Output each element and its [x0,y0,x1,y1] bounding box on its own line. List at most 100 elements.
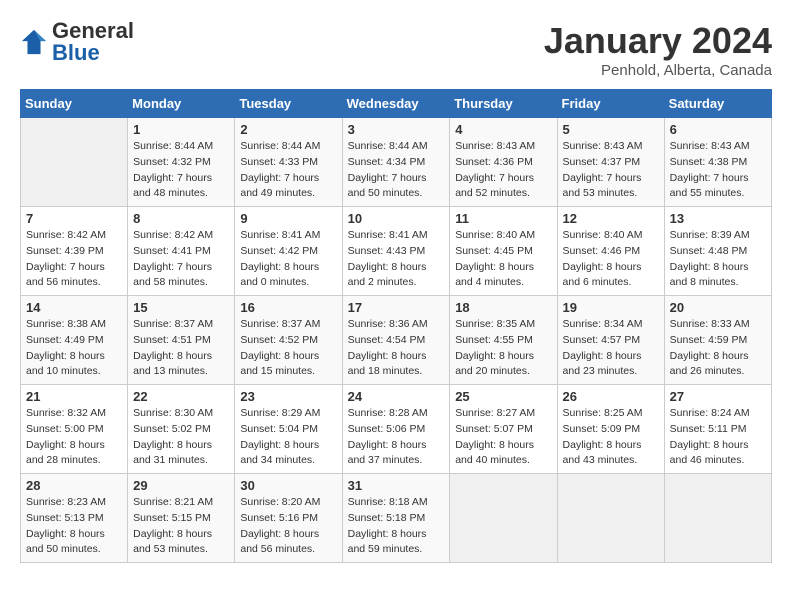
calendar-cell: 21Sunrise: 8:32 AMSunset: 5:00 PMDayligh… [21,385,128,474]
day-info: Sunrise: 8:44 AMSunset: 4:34 PMDaylight:… [348,139,445,202]
day-header-wednesday: Wednesday [342,90,450,118]
day-number: 24 [348,389,445,404]
day-number: 15 [133,300,229,315]
day-number: 13 [670,211,766,226]
calendar-cell: 17Sunrise: 8:36 AMSunset: 4:54 PMDayligh… [342,296,450,385]
calendar-header-row: SundayMondayTuesdayWednesdayThursdayFrid… [21,90,772,118]
day-info: Sunrise: 8:34 AMSunset: 4:57 PMDaylight:… [563,317,659,380]
day-number: 6 [670,122,766,137]
day-header-friday: Friday [557,90,664,118]
day-number: 14 [26,300,122,315]
location-title: Penhold, Alberta, Canada [544,62,772,79]
day-info: Sunrise: 8:41 AMSunset: 4:42 PMDaylight:… [240,228,336,291]
calendar-cell [557,474,664,563]
day-number: 11 [455,211,551,226]
day-info: Sunrise: 8:43 AMSunset: 4:37 PMDaylight:… [563,139,659,202]
logo: General Blue [20,20,134,64]
calendar-cell: 7Sunrise: 8:42 AMSunset: 4:39 PMDaylight… [21,207,128,296]
day-info: Sunrise: 8:30 AMSunset: 5:02 PMDaylight:… [133,406,229,469]
calendar-cell: 2 Sunrise: 8:44 AMSunset: 4:33 PMDaylight… [235,118,342,207]
calendar-table: SundayMondayTuesdayWednesdayThursdayFrid… [20,89,772,563]
day-info: Sunrise: 8:33 AMSunset: 4:59 PMDaylight:… [670,317,766,380]
calendar-cell: 27Sunrise: 8:24 AMSunset: 5:11 PMDayligh… [664,385,771,474]
calendar-cell: 28Sunrise: 8:23 AMSunset: 5:13 PMDayligh… [21,474,128,563]
day-number: 22 [133,389,229,404]
day-info: Sunrise: 8:23 AMSunset: 5:13 PMDaylight:… [26,495,122,558]
calendar-cell: 6 Sunrise: 8:43 AMSunset: 4:38 PMDaylight… [664,118,771,207]
day-info: Sunrise: 8:41 AMSunset: 4:43 PMDaylight:… [348,228,445,291]
day-info: Sunrise: 8:18 AMSunset: 5:18 PMDaylight:… [348,495,445,558]
day-number: 10 [348,211,445,226]
day-number: 31 [348,478,445,493]
day-info: Sunrise: 8:24 AMSunset: 5:11 PMDaylight:… [670,406,766,469]
calendar-cell: 19 Sunrise: 8:34 AMSunset: 4:57 PMDayligh… [557,296,664,385]
calendar-cell: 29 Sunrise: 8:21 AMSunset: 5:15 PMDayligh… [128,474,235,563]
calendar-cell: 13Sunrise: 8:39 AMSunset: 4:48 PMDayligh… [664,207,771,296]
calendar-cell: 26Sunrise: 8:25 AMSunset: 5:09 PMDayligh… [557,385,664,474]
logo-blue-text: Blue [52,40,100,65]
title-area: January 2024 Penhold, Alberta, Canada [544,20,772,79]
day-info: Sunrise: 8:44 AMSunset: 4:33 PMDaylight:… [240,139,336,202]
calendar-week-row: 7Sunrise: 8:42 AMSunset: 4:39 PMDaylight… [21,207,772,296]
day-header-saturday: Saturday [664,90,771,118]
calendar-cell: 4 Sunrise: 8:43 AMSunset: 4:36 PMDaylight… [450,118,557,207]
calendar-week-row: 28Sunrise: 8:23 AMSunset: 5:13 PMDayligh… [21,474,772,563]
day-number: 19 [563,300,659,315]
calendar-week-row: 14 Sunrise: 8:38 AMSunset: 4:49 PMDayligh… [21,296,772,385]
calendar-cell: 30 Sunrise: 8:20 AMSunset: 5:16 PMDayligh… [235,474,342,563]
month-title: January 2024 [544,20,772,62]
day-info: Sunrise: 8:25 AMSunset: 5:09 PMDaylight:… [563,406,659,469]
day-info: Sunrise: 8:40 AMSunset: 4:45 PMDaylight:… [455,228,551,291]
day-number: 16 [240,300,336,315]
day-info: Sunrise: 8:43 AMSunset: 4:38 PMDaylight:… [670,139,766,202]
calendar-cell: 11 Sunrise: 8:40 AMSunset: 4:45 PMDayligh… [450,207,557,296]
day-info: Sunrise: 8:35 AMSunset: 4:55 PMDaylight:… [455,317,551,380]
calendar-cell: 8 Sunrise: 8:42 AMSunset: 4:41 PMDaylight… [128,207,235,296]
day-info: Sunrise: 8:43 AMSunset: 4:36 PMDaylight:… [455,139,551,202]
day-info: Sunrise: 8:36 AMSunset: 4:54 PMDaylight:… [348,317,445,380]
day-number: 23 [240,389,336,404]
logo-icon [20,28,48,56]
day-info: Sunrise: 8:20 AMSunset: 5:16 PMDaylight:… [240,495,336,558]
calendar-cell: 14 Sunrise: 8:38 AMSunset: 4:49 PMDayligh… [21,296,128,385]
calendar-cell: 12 Sunrise: 8:40 AMSunset: 4:46 PMDayligh… [557,207,664,296]
day-header-tuesday: Tuesday [235,90,342,118]
day-header-sunday: Sunday [21,90,128,118]
day-info: Sunrise: 8:27 AMSunset: 5:07 PMDaylight:… [455,406,551,469]
day-header-monday: Monday [128,90,235,118]
calendar-cell: 5 Sunrise: 8:43 AMSunset: 4:37 PMDaylight… [557,118,664,207]
day-info: Sunrise: 8:44 AMSunset: 4:32 PMDaylight:… [133,139,229,202]
day-number: 25 [455,389,551,404]
calendar-cell [664,474,771,563]
day-number: 3 [348,122,445,137]
day-info: Sunrise: 8:32 AMSunset: 5:00 PMDaylight:… [26,406,122,469]
day-info: Sunrise: 8:42 AMSunset: 4:41 PMDaylight:… [133,228,229,291]
calendar-cell: 9 Sunrise: 8:41 AMSunset: 4:42 PMDaylight… [235,207,342,296]
day-number: 20 [670,300,766,315]
calendar-cell: 22 Sunrise: 8:30 AMSunset: 5:02 PMDayligh… [128,385,235,474]
day-info: Sunrise: 8:28 AMSunset: 5:06 PMDaylight:… [348,406,445,469]
day-info: Sunrise: 8:42 AMSunset: 4:39 PMDaylight:… [26,228,122,291]
calendar-cell: 10 Sunrise: 8:41 AMSunset: 4:43 PMDayligh… [342,207,450,296]
day-info: Sunrise: 8:37 AMSunset: 4:51 PMDaylight:… [133,317,229,380]
calendar-week-row: 21Sunrise: 8:32 AMSunset: 5:00 PMDayligh… [21,385,772,474]
day-number: 4 [455,122,551,137]
day-number: 29 [133,478,229,493]
day-number: 2 [240,122,336,137]
calendar-cell: 3 Sunrise: 8:44 AMSunset: 4:34 PMDaylight… [342,118,450,207]
calendar-cell: 24 Sunrise: 8:28 AMSunset: 5:06 PMDayligh… [342,385,450,474]
day-info: Sunrise: 8:38 AMSunset: 4:49 PMDaylight:… [26,317,122,380]
day-info: Sunrise: 8:21 AMSunset: 5:15 PMDaylight:… [133,495,229,558]
calendar-cell: 16 Sunrise: 8:37 AMSunset: 4:52 PMDayligh… [235,296,342,385]
day-number: 8 [133,211,229,226]
day-number: 1 [133,122,229,137]
calendar-cell: 23 Sunrise: 8:29 AMSunset: 5:04 PMDayligh… [235,385,342,474]
day-number: 30 [240,478,336,493]
day-number: 5 [563,122,659,137]
day-info: Sunrise: 8:29 AMSunset: 5:04 PMDaylight:… [240,406,336,469]
day-info: Sunrise: 8:40 AMSunset: 4:46 PMDaylight:… [563,228,659,291]
day-number: 9 [240,211,336,226]
calendar-cell: 31 Sunrise: 8:18 AMSunset: 5:18 PMDayligh… [342,474,450,563]
day-info: Sunrise: 8:37 AMSunset: 4:52 PMDaylight:… [240,317,336,380]
day-number: 12 [563,211,659,226]
